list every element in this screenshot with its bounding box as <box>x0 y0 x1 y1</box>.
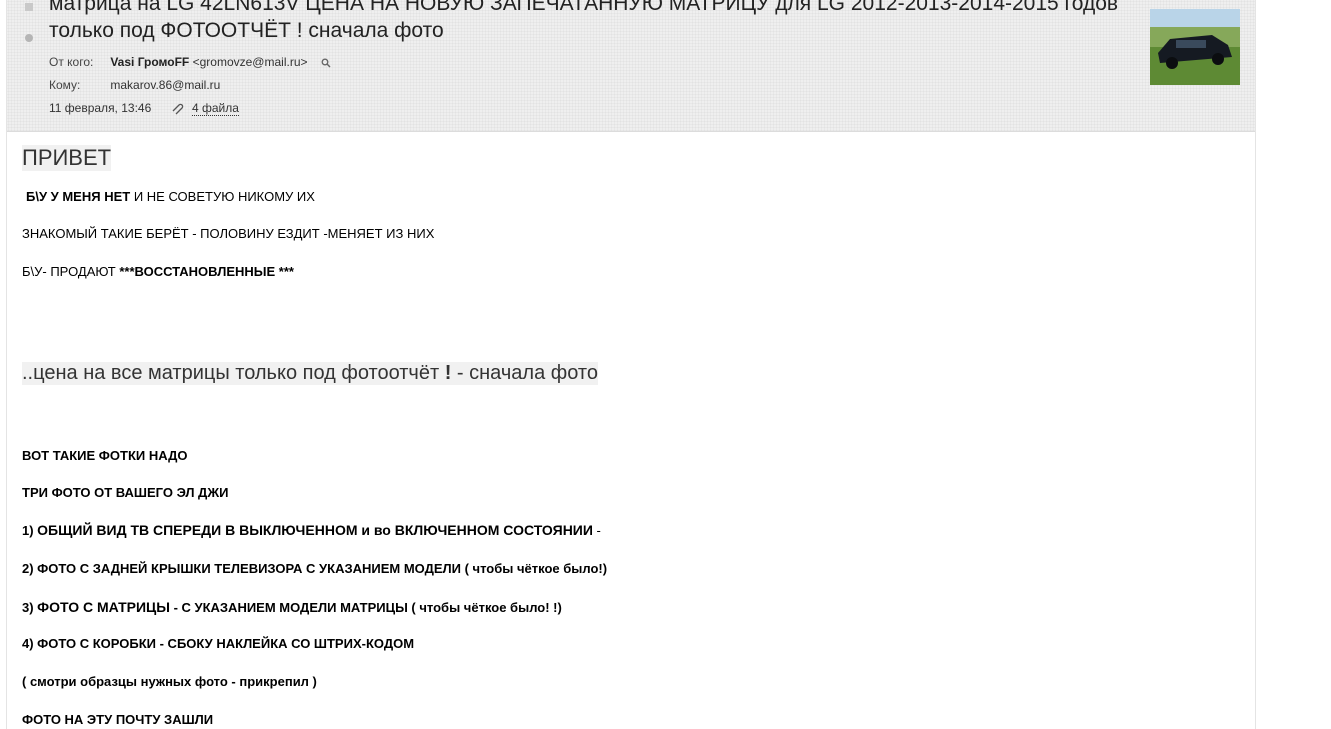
message-panel: матрица на LG 42LN613V ЦЕНА НА НОВУЮ ЗАП… <box>6 0 1256 729</box>
to-row: Кому: makarov.86@mail.ru <box>49 78 220 92</box>
photo-item-2-text: 2) ФОТО С ЗАДНЕЙ КРЫШКИ ТЕЛЕВИЗОРА С УКА… <box>22 561 608 576</box>
read-status-icon[interactable] <box>25 34 33 42</box>
price-line-post: - сначала фото <box>451 362 598 384</box>
greeting: ПРИВЕТ <box>22 145 112 171</box>
sender-email[interactable]: <gromovze@mail.ru> <box>193 55 308 69</box>
sender-name[interactable]: Vasi ГромоFF <box>110 55 189 69</box>
photo-item-1: 1) ОБЩИЙ ВИД ТВ СПЕРЕДИ В ВЫКЛЮЧЕННОМ и … <box>22 522 601 538</box>
body-line-4-text: ВОТ ТАКИЕ ФОТКИ НАДО <box>22 448 188 463</box>
sender-avatar[interactable] <box>1150 9 1240 85</box>
body-line-3-pre: Б\У- ПРОДАЮТ <box>22 264 120 279</box>
body-line-1-rest: И НЕ СОВЕТУЮ НИКОМУ ИХ <box>130 189 315 204</box>
paperclip-icon <box>172 103 183 115</box>
message-date: 11 февраля, 13:46 <box>49 101 152 115</box>
price-line: ..цена на все матрицы только под фотоотч… <box>22 362 598 385</box>
photo-item-1-bold: ОБЩИЙ ВИД ТВ СПЕРЕДИ В ВЫКЛЮЧЕННОМ и во … <box>37 522 593 538</box>
photo-item-1-post: - <box>592 523 601 538</box>
note-line-text: ( смотри образцы нужных фото - прикрепил… <box>22 674 317 689</box>
photo-item-4: 4) ФОТО С КОРОБКИ - СБОКУ НАКЛЕЙКА СО ШТ… <box>22 636 414 651</box>
photo-item-1-pre: 1) <box>22 523 38 538</box>
flag-icon[interactable] <box>25 3 33 11</box>
photo-item-3: 3) ФОТО С МАТРИЦЫ - С УКАЗАНИЕМ МОДЕЛИ М… <box>22 599 562 615</box>
attachments-link[interactable]: 4 файла <box>191 101 239 116</box>
body-line-3: Б\У- ПРОДАЮТ ***ВОССТАНОВЛЕННЫЕ *** <box>22 264 294 279</box>
recipient-email[interactable]: makarov.86@mail.ru <box>110 78 220 92</box>
search-icon[interactable] <box>321 58 331 68</box>
body-line-2: ЗНАКОМЫЙ ТАКИЕ БЕРЁТ - ПОЛОВИНУ ЕЗДИТ -М… <box>22 226 435 241</box>
photo-item-3-bold: ФОТО С МАТРИЦЫ <box>37 599 170 615</box>
from-label: От кого: <box>49 55 94 69</box>
message-subject: матрица на LG 42LN613V ЦЕНА НА НОВУЮ ЗАП… <box>49 0 1119 42</box>
body-line-5: ТРИ ФОТО ОТ ВАШЕГО ЭЛ ДЖИ <box>22 485 228 500</box>
date-row: 11 февраля, 13:46 4 файла <box>49 101 239 116</box>
price-line-pre: ..цена на все матрицы только под фотоотч… <box>22 362 445 384</box>
body-line-1: Б\У У МЕНЯ НЕТ И НЕ СОВЕТУЮ НИКОМУ ИХ <box>26 189 315 204</box>
photo-item-3-post: - С УКАЗАНИЕМ МОДЕЛИ МАТРИЦЫ ( чтобы чёт… <box>169 600 562 615</box>
note-line: ( смотри образцы нужных фото - прикрепил… <box>22 674 317 689</box>
photo-item-4-text: 4) ФОТО С КОРОБКИ - СБОКУ НАКЛЕЙКА СО ШТ… <box>22 636 415 651</box>
body-line-4: ВОТ ТАКИЕ ФОТКИ НАДО <box>22 448 187 463</box>
message-header: матрица на LG 42LN613V ЦЕНА НА НОВУЮ ЗАП… <box>7 0 1255 132</box>
to-label: Кому: <box>49 78 81 92</box>
last-line: ФОТО НА ЭТУ ПОЧТУ ЗАШЛИ <box>22 712 213 727</box>
from-row: От кого: Vasi ГромоFF <gromovze@mail.ru> <box>49 55 331 69</box>
body-line-5-text: ТРИ ФОТО ОТ ВАШЕГО ЭЛ ДЖИ <box>22 485 229 500</box>
last-line-text: ФОТО НА ЭТУ ПОЧТУ ЗАШЛИ <box>22 712 214 727</box>
photo-item-3-pre: 3) <box>22 600 38 615</box>
body-line-3-bold: ***ВОССТАНОВЛЕННЫЕ *** <box>119 264 294 279</box>
body-line-1-bold: Б\У У МЕНЯ НЕТ <box>26 189 131 204</box>
photo-item-2: 2) ФОТО С ЗАДНЕЙ КРЫШКИ ТЕЛЕВИЗОРА С УКА… <box>22 561 607 576</box>
